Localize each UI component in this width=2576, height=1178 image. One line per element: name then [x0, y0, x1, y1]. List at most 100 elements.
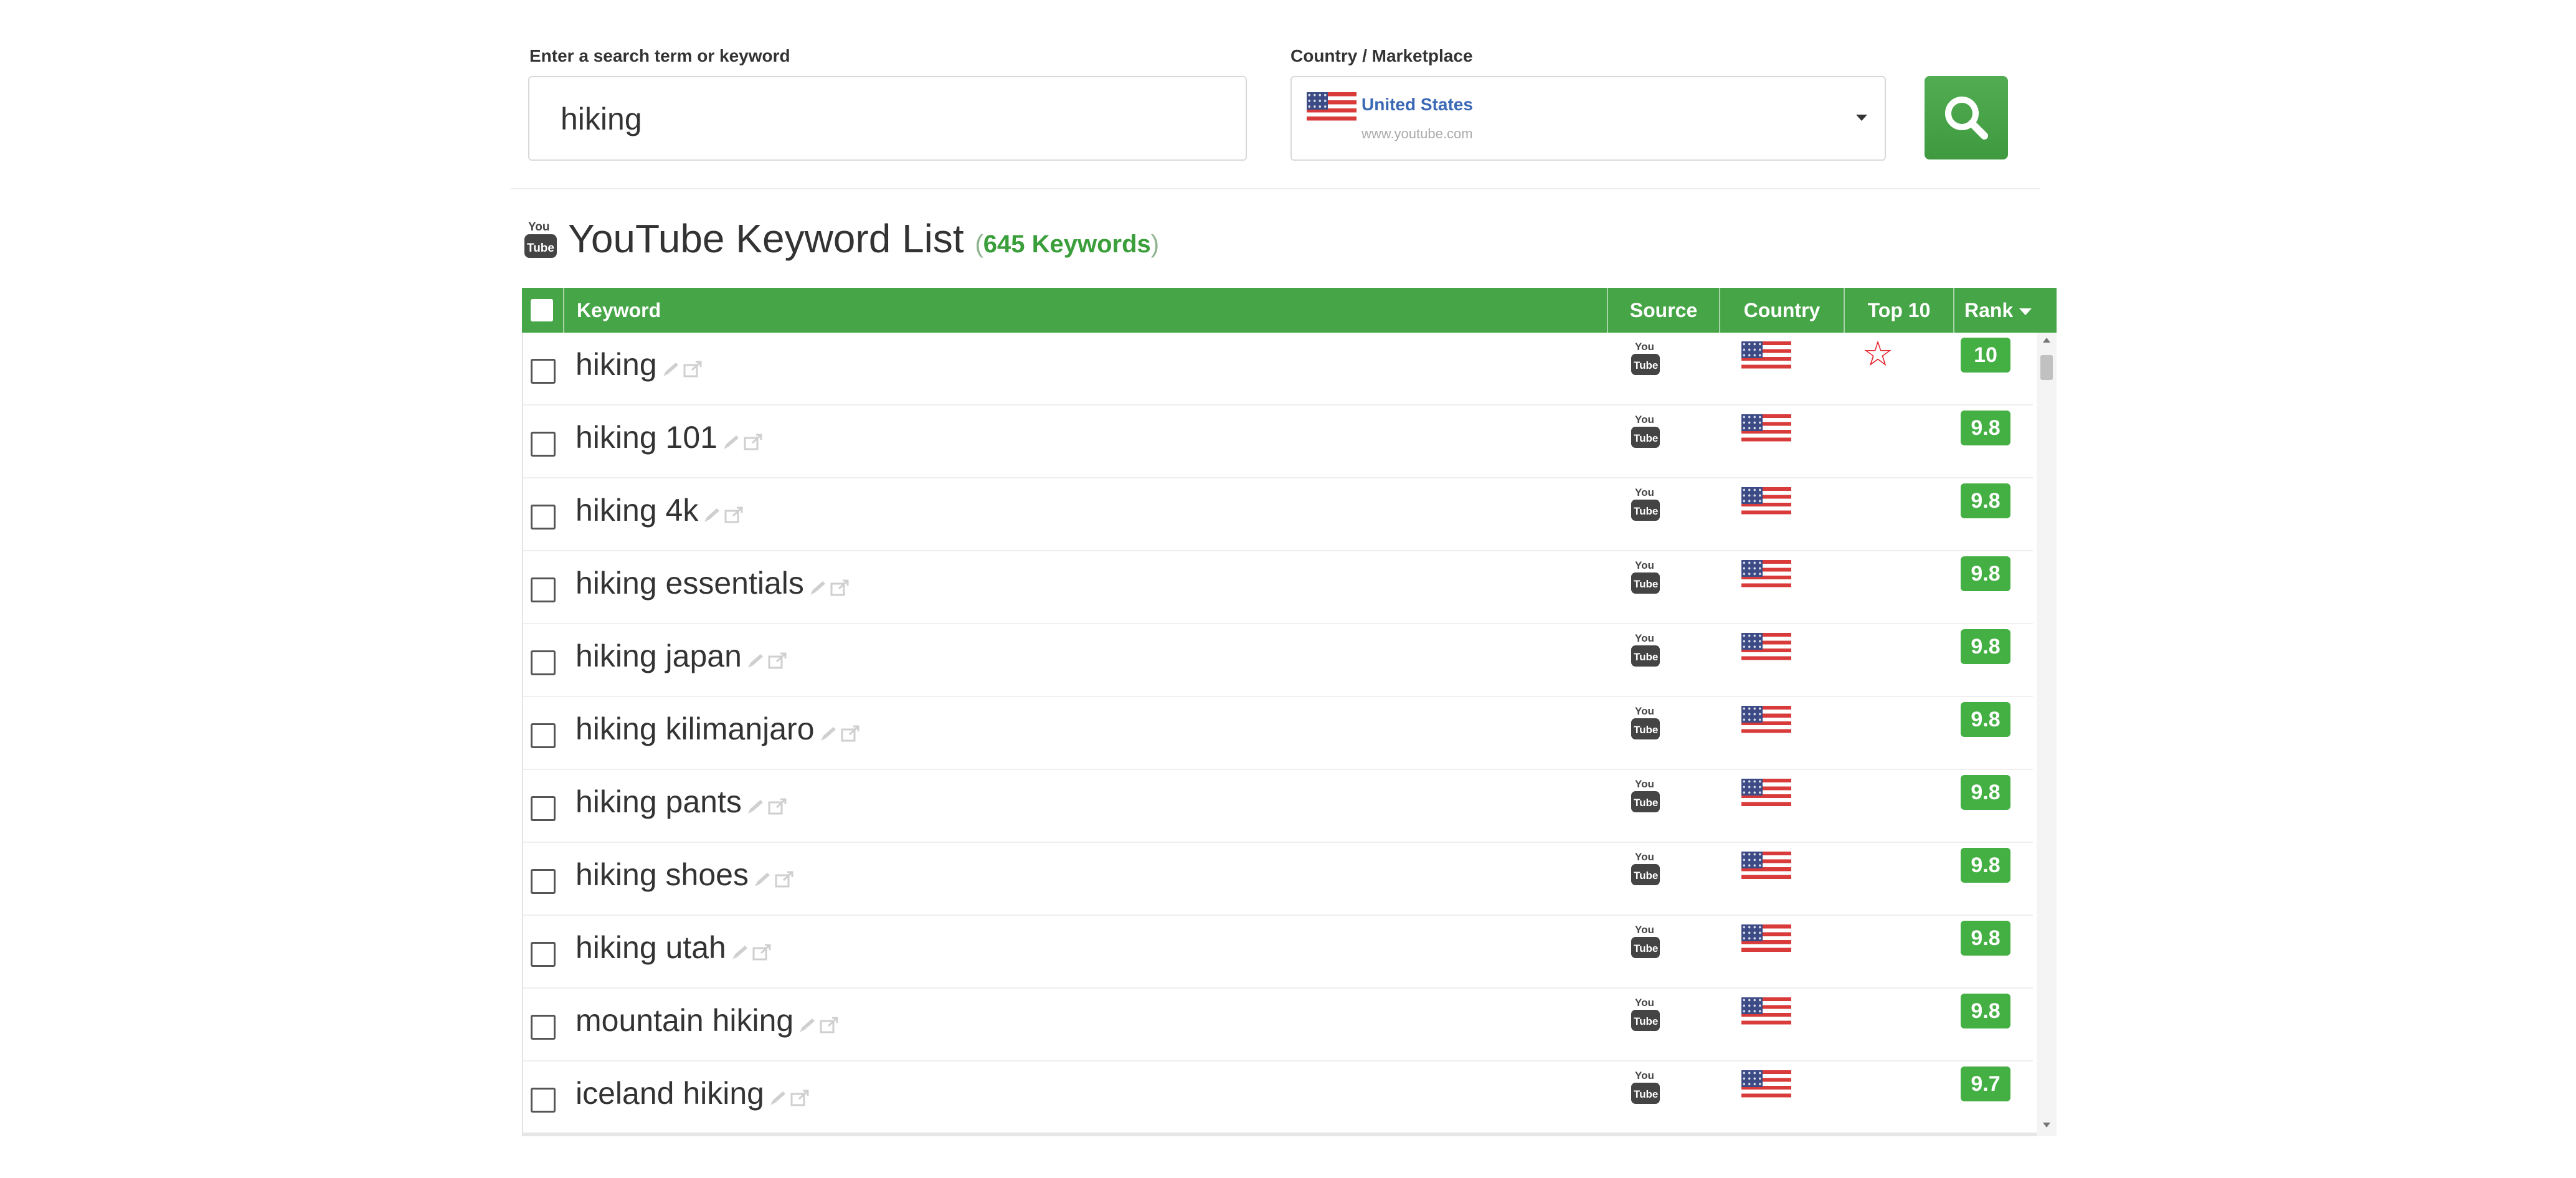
country-domain: www.youtube.com	[1361, 126, 1473, 141]
us-flag-icon	[1741, 779, 1791, 810]
keyword-tools	[797, 1005, 841, 1041]
scroll-down-icon[interactable]	[2043, 1123, 2050, 1128]
country-name: United States	[1361, 95, 1473, 114]
search-button[interactable]	[1925, 76, 2008, 159]
svg-text:You: You	[1635, 559, 1654, 571]
external-link-icon[interactable]	[829, 579, 851, 597]
keyword-text[interactable]: iceland hiking	[575, 1076, 764, 1111]
row-checkbox[interactable]	[531, 577, 556, 602]
keyword-tools	[818, 713, 862, 749]
keyword-tools	[746, 786, 789, 822]
row-checkbox[interactable]	[531, 505, 556, 530]
keyword-tools	[721, 422, 765, 458]
us-flag-icon	[1741, 487, 1791, 518]
keyword-text[interactable]: hiking shoes	[575, 857, 749, 892]
chevron-down-icon	[1856, 115, 1867, 121]
external-link-icon[interactable]	[789, 1089, 812, 1108]
keyword-cell: hiking japan	[575, 638, 789, 677]
search-input-value: hiking	[561, 102, 642, 136]
row-checkbox[interactable]	[531, 650, 556, 675]
svg-text:You: You	[1635, 997, 1654, 1009]
keyword-tools	[746, 640, 789, 677]
pencil-icon[interactable]	[661, 360, 682, 379]
keyword-cell: hiking 4k	[575, 492, 746, 531]
external-link-icon[interactable]	[818, 1016, 841, 1035]
table-row: hiking 4k You Tube 9.8	[523, 478, 2033, 551]
svg-text:Tube: Tube	[1634, 943, 1658, 954]
scroll-up-icon[interactable]	[2043, 338, 2050, 343]
pencil-icon[interactable]	[797, 1016, 818, 1035]
row-checkbox[interactable]	[531, 796, 556, 821]
us-flag-icon	[1307, 92, 1357, 125]
keyword-text[interactable]: hiking kilimanjaro	[575, 711, 815, 746]
svg-text:Tube: Tube	[1634, 505, 1658, 517]
keyword-cell: hiking kilimanjaro	[575, 711, 862, 749]
external-link-icon[interactable]	[682, 360, 704, 379]
external-link-icon[interactable]	[840, 724, 862, 743]
youtube-icon: You Tube	[1631, 632, 1660, 667]
row-checkbox[interactable]	[531, 432, 556, 457]
keyword-text[interactable]: hiking pants	[575, 784, 742, 819]
table-row: hiking 101 You Tube 9.8	[523, 406, 2033, 478]
svg-text:You: You	[1635, 1070, 1654, 1081]
keyword-text[interactable]: hiking japan	[575, 639, 742, 673]
keyword-text[interactable]: mountain hiking	[575, 1003, 793, 1038]
row-checkbox[interactable]	[531, 1015, 556, 1040]
keyword-tools	[730, 932, 774, 968]
svg-text:You: You	[1635, 632, 1654, 644]
table-row: iceland hiking You Tube 9.7	[523, 1062, 2033, 1133]
rank-badge: 10	[1961, 338, 2010, 373]
keyword-tools	[661, 349, 704, 385]
search-input[interactable]: hiking	[528, 76, 1247, 161]
keyword-cell: iceland hiking	[575, 1075, 812, 1114]
row-checkbox[interactable]	[531, 359, 556, 384]
pencil-icon[interactable]	[752, 870, 774, 889]
external-link-icon[interactable]	[723, 506, 746, 525]
external-link-icon[interactable]	[774, 870, 796, 889]
keyword-text[interactable]: hiking utah	[575, 930, 726, 965]
row-checkbox[interactable]	[531, 869, 556, 894]
external-link-icon[interactable]	[751, 943, 774, 962]
sort-desc-icon	[2019, 308, 2032, 316]
country-select[interactable]: United States www.youtube.com	[1290, 76, 1886, 161]
column-keyword[interactable]: Keyword	[563, 288, 1531, 333]
pencil-icon[interactable]	[702, 506, 723, 525]
keyword-cell: hiking shoes	[575, 857, 796, 895]
keyword-text[interactable]: hiking 101	[575, 420, 717, 455]
svg-text:You: You	[1635, 487, 1654, 498]
table-row: hiking kilimanjaro You Tube 9.8	[523, 697, 2033, 770]
rank-badge: 9.8	[1961, 848, 2010, 883]
svg-text:You: You	[1635, 414, 1654, 425]
pencil-icon[interactable]	[730, 943, 751, 962]
external-link-icon[interactable]	[742, 433, 765, 452]
keyword-text[interactable]: hiking 4k	[575, 493, 698, 528]
pencil-icon[interactable]	[768, 1089, 789, 1108]
external-link-icon[interactable]	[767, 652, 789, 670]
search-icon	[1945, 97, 1988, 140]
row-checkbox[interactable]	[531, 942, 556, 967]
external-link-icon[interactable]	[767, 797, 789, 816]
column-rank[interactable]: Rank	[1953, 288, 2057, 333]
youtube-icon: You Tube	[1631, 924, 1660, 958]
row-checkbox[interactable]	[531, 1088, 556, 1113]
rank-badge: 9.7	[1961, 1066, 2010, 1101]
row-checkbox[interactable]	[531, 723, 556, 748]
us-flag-icon	[1741, 341, 1791, 373]
scroll-thumb[interactable]	[2040, 355, 2053, 380]
keyword-text[interactable]: hiking	[575, 347, 657, 382]
pencil-icon[interactable]	[808, 579, 829, 597]
svg-text:Tube: Tube	[1634, 870, 1658, 881]
pencil-icon[interactable]	[818, 724, 840, 743]
column-top10[interactable]: Top 10	[1844, 288, 1953, 333]
select-all-checkbox[interactable]	[531, 299, 553, 321]
column-source[interactable]: Source	[1607, 288, 1719, 333]
column-country[interactable]: Country	[1719, 288, 1844, 333]
pencil-icon[interactable]	[721, 433, 742, 452]
keyword-text[interactable]: hiking essentials	[575, 566, 804, 601]
pencil-icon[interactable]	[746, 652, 767, 670]
star-outline-icon: ☆	[1862, 334, 1894, 373]
pencil-icon[interactable]	[746, 797, 767, 816]
youtube-icon: You Tube	[1631, 851, 1660, 885]
table-row: hiking utah You Tube 9.8	[523, 916, 2033, 989]
table-scrollbar[interactable]	[2037, 333, 2057, 1136]
